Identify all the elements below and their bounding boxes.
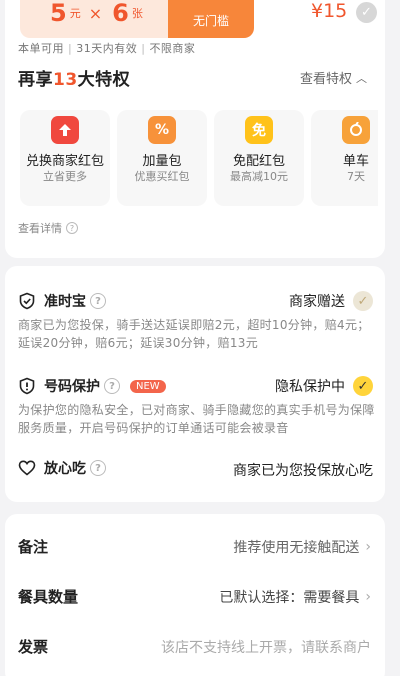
coupon-select-check-icon[interactable]: ✓ (356, 2, 377, 23)
privilege-item[interactable]: 单车 7天 (311, 110, 378, 206)
help-icon[interactable]: ? (90, 460, 106, 476)
ontime-description: 商家已为您投保，骑手送达延误即赔2元，超时10分钟，赔4元；延误20分钟，赔6元… (18, 318, 370, 350)
privilege-sub: 优惠买红包 (134, 170, 190, 183)
coupon-threshold: 无门槛 (168, 0, 254, 38)
worry-free-status: 商家已为您投保放心吃 (233, 463, 373, 479)
coupon-times: × (88, 3, 103, 23)
shield-exclaim-icon (19, 377, 35, 395)
coupon-desc-item: 不限商家 (149, 42, 196, 55)
coupon-price: ¥15 (311, 0, 348, 22)
percent-icon: % (148, 116, 176, 144)
privilege-sub: 7天 (347, 170, 365, 183)
heart-icon (18, 460, 36, 476)
remark-row[interactable]: 备注 推荐使用无接触配送 › (18, 536, 371, 557)
shield-check-icon (19, 292, 35, 310)
privilege-list: 兑换商家红包 立省更多 % 加量包 优惠买红包 免 免配红包 最高减10元 单车… (20, 110, 378, 206)
worry-free-title: 放心吃 ? (18, 458, 106, 478)
free-delivery-icon: 免 (245, 116, 273, 144)
privacy-title: 号码保护 ? NEW (18, 376, 166, 396)
coupon-pack[interactable]: 5 元 × 6 张 无门槛 (20, 0, 254, 38)
privilege-name: 单车 (342, 154, 369, 169)
coupon-amount-unit: 元 (69, 7, 81, 20)
view-details-link[interactable]: 查看详情 ? (18, 220, 78, 236)
tableware-label: 餐具数量 (18, 588, 79, 606)
check-icon: ✓ (353, 376, 373, 396)
tableware-row[interactable]: 餐具数量 已默认选择：需要餐具 › (18, 586, 371, 607)
coupon-count: 6 (112, 0, 129, 27)
help-icon[interactable]: ? (104, 378, 120, 394)
invoice-label: 发票 (18, 638, 49, 656)
order-options-card: 备注 推荐使用无接触配送 › 餐具数量 已默认选择：需要餐具 › 发票 该店不支… (5, 514, 385, 676)
ontime-title: 准时宝 ? (18, 291, 106, 311)
privilege-item[interactable]: 免 免配红包 最高减10元 (214, 110, 304, 206)
invoice-row[interactable]: 发票 该店不支持线上开票，请联系商户 (18, 636, 371, 657)
view-privileges-link[interactable]: 查看特权 ︿ (300, 68, 367, 88)
privacy-status[interactable]: 隐私保护中 ✓ (275, 376, 373, 396)
coupon-desc-item: 本单可用 (18, 42, 64, 55)
coupon-amount: 5 (50, 0, 67, 27)
chevron-up-icon: ︿ (356, 71, 367, 85)
coupon-count-unit: 张 (131, 7, 143, 20)
remark-value: 推荐使用无接触配送 › (233, 538, 371, 556)
privileges-title: 再享13大特权 (18, 70, 131, 90)
help-icon: ? (66, 222, 78, 234)
bike-icon (342, 116, 370, 144)
privilege-name: 免配红包 (232, 154, 285, 169)
remark-label: 备注 (18, 538, 49, 556)
red-arrow-icon (51, 116, 79, 144)
chevron-right-icon: › (365, 538, 371, 555)
privilege-item[interactable]: % 加量包 优惠买红包 (117, 110, 207, 206)
coupon-privilege-card: 5 元 × 6 张 无门槛 ¥15 ✓ 本单可用 | 31天内有效 | 不限商家 再享1… (5, 0, 385, 258)
invoice-value: 该店不支持线上开票，请联系商户 (161, 639, 371, 656)
privilege-item[interactable]: 兑换商家红包 立省更多 (20, 110, 110, 206)
ontime-status[interactable]: 商家赠送 ✓ (289, 291, 373, 311)
new-badge: NEW (130, 379, 166, 393)
coupon-amount-area: 5 元 × 6 张 (20, 0, 168, 38)
help-icon[interactable]: ? (90, 293, 106, 309)
chevron-right-icon: › (365, 588, 371, 605)
services-card: 准时宝 ? 商家赠送 ✓ 商家已为您投保，骑手送达延误即赔2元，超时10分钟，赔… (5, 266, 385, 502)
privilege-name: 加量包 (142, 154, 182, 169)
coupon-desc-item: 31天内有效 (76, 42, 138, 55)
tableware-value: 已默认选择：需要餐具 › (219, 588, 371, 606)
coupon-description: 本单可用 | 31天内有效 | 不限商家 (18, 42, 196, 55)
privilege-sub: 立省更多 (43, 170, 87, 183)
privilege-name: 兑换商家红包 (25, 154, 104, 169)
privilege-sub: 最高减10元 (230, 170, 288, 183)
check-icon: ✓ (353, 291, 373, 311)
privacy-description: 为保护您的隐私安全，已对商家、骑手隐藏您的真实手机号为保障服务质量，开启号码保护… (18, 403, 375, 435)
